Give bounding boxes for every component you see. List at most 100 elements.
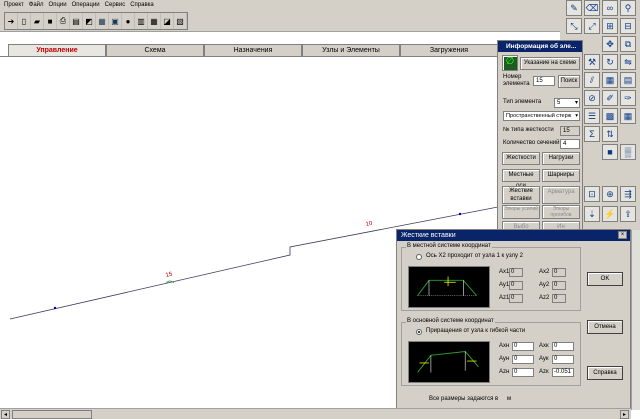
export-icon[interactable]: ◪ bbox=[161, 13, 174, 29]
global-increment-radio[interactable] bbox=[416, 329, 422, 335]
element-info-title[interactable]: Информация об эле... bbox=[498, 41, 582, 52]
ayn-input[interactable]: 0 bbox=[512, 355, 534, 364]
local-axis-radio[interactable] bbox=[416, 254, 422, 260]
element-number-input[interactable]: 15 bbox=[533, 76, 555, 86]
save-icon[interactable]: ■ bbox=[44, 13, 57, 29]
sum-icon[interactable]: Σ bbox=[584, 126, 600, 142]
split-icon[interactable]: ⫽ bbox=[584, 72, 600, 88]
close-icon[interactable]: × bbox=[618, 231, 627, 239]
print-icon[interactable]: ⎙ bbox=[57, 13, 70, 29]
ayk-input[interactable]: 0 bbox=[552, 355, 574, 364]
tab-4[interactable]: Загружения bbox=[400, 44, 498, 56]
load-icon[interactable]: ⇣ bbox=[584, 206, 600, 222]
element-edit-icon[interactable]: ⊟ bbox=[620, 18, 636, 34]
export-icon[interactable]: ⇪ bbox=[620, 206, 636, 222]
calc-icon[interactable]: ▣ bbox=[109, 13, 122, 29]
ok-button[interactable]: OK bbox=[587, 272, 623, 286]
sections-input[interactable]: 4 bbox=[560, 139, 580, 149]
ay1-input[interactable]: 0 bbox=[509, 281, 523, 290]
tab-3[interactable]: Узлы и Элементы bbox=[302, 44, 400, 56]
az1-input[interactable]: 0 bbox=[509, 294, 523, 303]
eraser-icon[interactable]: ⌫ bbox=[584, 0, 600, 16]
node-marker[interactable] bbox=[53, 306, 57, 310]
menu-item[interactable]: Справка bbox=[130, 2, 154, 8]
local-axes-button[interactable]: Местные оси bbox=[502, 169, 540, 189]
table-icon[interactable]: ▦ bbox=[148, 13, 161, 29]
hinge-icon[interactable]: ⊘ bbox=[584, 90, 600, 106]
menu-item[interactable]: Проект bbox=[4, 2, 24, 8]
element-type-select[interactable]: 5 ▾ bbox=[554, 98, 580, 108]
tool-icon[interactable]: ⚒ bbox=[584, 54, 600, 70]
list-icon[interactable]: ☰ bbox=[584, 108, 600, 124]
align-icon[interactable]: ⇶ bbox=[620, 186, 636, 202]
scroll-thumb[interactable] bbox=[12, 410, 92, 419]
rigid-inserts-title[interactable]: Жесткие вставки bbox=[397, 230, 630, 241]
axis-icon[interactable]: ⤡ bbox=[566, 18, 582, 34]
help-button[interactable]: Справка bbox=[587, 366, 623, 380]
tab-2[interactable]: Назначения bbox=[204, 44, 302, 56]
az2-input[interactable]: 0 bbox=[552, 294, 566, 303]
menu-item[interactable]: Файл bbox=[29, 2, 44, 8]
pointer-icon[interactable]: ➜ bbox=[5, 13, 18, 29]
hinges-button[interactable]: Шарниры bbox=[542, 169, 580, 182]
grid-icon[interactable]: ▦ bbox=[602, 72, 618, 88]
units-value[interactable]: м bbox=[507, 396, 511, 402]
menu-item[interactable]: Сервис bbox=[105, 2, 126, 8]
tab-1[interactable]: Схема bbox=[106, 44, 204, 56]
vertical-scrollbar[interactable] bbox=[631, 230, 640, 410]
axk-input[interactable]: 0 bbox=[552, 342, 574, 351]
highlight-toggle-button[interactable]: ∅ bbox=[502, 55, 518, 71]
snap-icon[interactable]: ⊕ bbox=[602, 186, 618, 202]
sort-icon[interactable]: ⇅ bbox=[602, 126, 618, 142]
frame-icon[interactable]: ⊡ bbox=[584, 186, 600, 202]
fill-icon[interactable]: ■ bbox=[602, 144, 618, 160]
axis-select-icon[interactable]: ⤢ bbox=[584, 18, 600, 34]
scroll-left-icon[interactable]: ◂ bbox=[1, 410, 10, 419]
axn-input[interactable]: 0 bbox=[512, 342, 534, 351]
cancel-button[interactable]: Отмена bbox=[587, 320, 623, 334]
copy-icon[interactable]: ⧉ bbox=[620, 36, 636, 52]
ay2-input[interactable]: 0 bbox=[552, 281, 566, 290]
pattern-icon[interactable]: ▒ bbox=[620, 144, 636, 160]
horizontal-scrollbar[interactable]: ◂ ▸ bbox=[0, 408, 631, 419]
layout-icon[interactable]: ▧ bbox=[174, 13, 187, 29]
support-icon[interactable]: ⚲ bbox=[620, 0, 636, 16]
scroll-right-icon[interactable]: ▸ bbox=[620, 410, 629, 419]
tab-0[interactable]: Управление bbox=[8, 44, 106, 56]
element-type-name-select[interactable]: Пространственный стерж ▾ bbox=[503, 111, 580, 121]
reinforcement-button[interactable]: Арматура bbox=[542, 186, 580, 204]
menu-item[interactable]: Операции bbox=[72, 2, 100, 8]
stress-diagram-button[interactable]: Эпюры усилий bbox=[502, 205, 540, 219]
brush-icon[interactable]: ✑ bbox=[620, 90, 636, 106]
link-icon[interactable]: ∞ bbox=[602, 0, 618, 16]
azk-input[interactable]: -0.051 bbox=[552, 368, 574, 377]
menu-item[interactable]: Опции bbox=[49, 2, 67, 8]
loads-button[interactable]: Нагрузки bbox=[542, 152, 580, 165]
table-icon[interactable]: ▤ bbox=[620, 72, 636, 88]
node-edit-icon[interactable]: ⊞ bbox=[602, 18, 618, 34]
show-on-scheme-button[interactable]: Указание на схеме bbox=[520, 57, 580, 70]
matrix-icon[interactable]: ▩ bbox=[602, 108, 618, 124]
run-icon[interactable]: ● bbox=[122, 13, 135, 29]
mirror-icon[interactable]: ⇋ bbox=[620, 54, 636, 70]
search-button[interactable]: Поиск bbox=[558, 75, 580, 88]
ax2-input[interactable]: 0 bbox=[552, 268, 566, 277]
rotate-icon[interactable]: ↻ bbox=[602, 54, 618, 70]
report-icon[interactable]: ▥ bbox=[135, 13, 148, 29]
force-icon[interactable]: ⚡ bbox=[602, 206, 618, 222]
print-preview-icon[interactable]: ▤ bbox=[70, 13, 83, 29]
mesh-icon[interactable]: ▦ bbox=[620, 108, 636, 124]
move-icon[interactable]: ✥ bbox=[602, 36, 618, 52]
ax1-input[interactable]: 0 bbox=[509, 268, 523, 277]
paint-icon[interactable]: ✐ bbox=[602, 90, 618, 106]
pen-icon[interactable]: ✎ bbox=[566, 0, 582, 16]
model-icon[interactable]: ◩ bbox=[83, 13, 96, 29]
open-folder-icon[interactable]: ▰ bbox=[31, 13, 44, 29]
rigid-inserts-button[interactable]: Жесткие вставки bbox=[502, 186, 540, 204]
node-marker[interactable] bbox=[458, 212, 462, 216]
grid-view-icon[interactable]: ▦ bbox=[96, 13, 109, 29]
stiffness-button[interactable]: Жесткости bbox=[502, 152, 540, 165]
deflection-diagram-button[interactable]: Эпюры прогибов bbox=[542, 205, 580, 219]
new-file-icon[interactable]: ▯ bbox=[18, 13, 31, 29]
azn-input[interactable]: 0 bbox=[512, 368, 534, 377]
